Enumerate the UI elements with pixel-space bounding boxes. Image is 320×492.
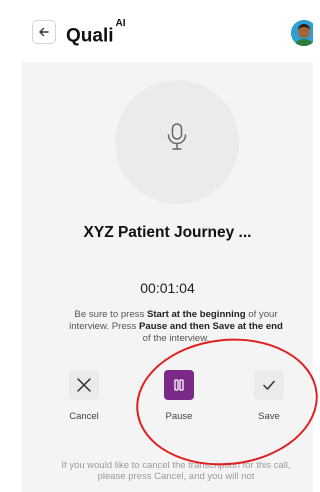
app-header: QualiAI [22,0,313,62]
save-button[interactable] [254,370,284,400]
user-avatar-icon [291,20,313,46]
recording-timer: 00:01:04 [140,280,195,296]
avatar[interactable] [291,20,313,46]
save-button-label: Save [258,411,280,422]
back-button[interactable] [32,20,56,44]
instructions-bold-2: Pause and then Save at the end [138,321,283,332]
app-title: QualiAI [66,18,126,47]
pause-button[interactable] [164,370,194,400]
check-icon [263,380,275,390]
pause-icon [174,379,184,391]
x-icon [77,378,91,392]
app-title-superscript: AI [115,18,126,29]
instructions-bold-1: Start at the beginning [146,309,246,320]
recording-screen: QualiAI XYZ Patient Journey ... 00:01:04… [22,0,313,492]
microphone-icon [167,123,187,150]
cancel-info-note: If you would like to cancel the transcri… [61,460,291,482]
cancel-button[interactable] [69,370,99,400]
pause-button-label: Pause [165,411,193,422]
instructions-part-1: Be sure to press [74,309,147,320]
app-title-text: Quali [66,25,114,47]
cancel-button-label: Cancel [69,411,99,422]
instructions-text: Be sure to press Start at the beginning … [66,309,286,345]
journey-title: XYZ Patient Journey ... [83,224,252,241]
arrow-left-icon [39,27,49,37]
instructions-fade [22,342,313,368]
mic-indicator [115,80,239,204]
